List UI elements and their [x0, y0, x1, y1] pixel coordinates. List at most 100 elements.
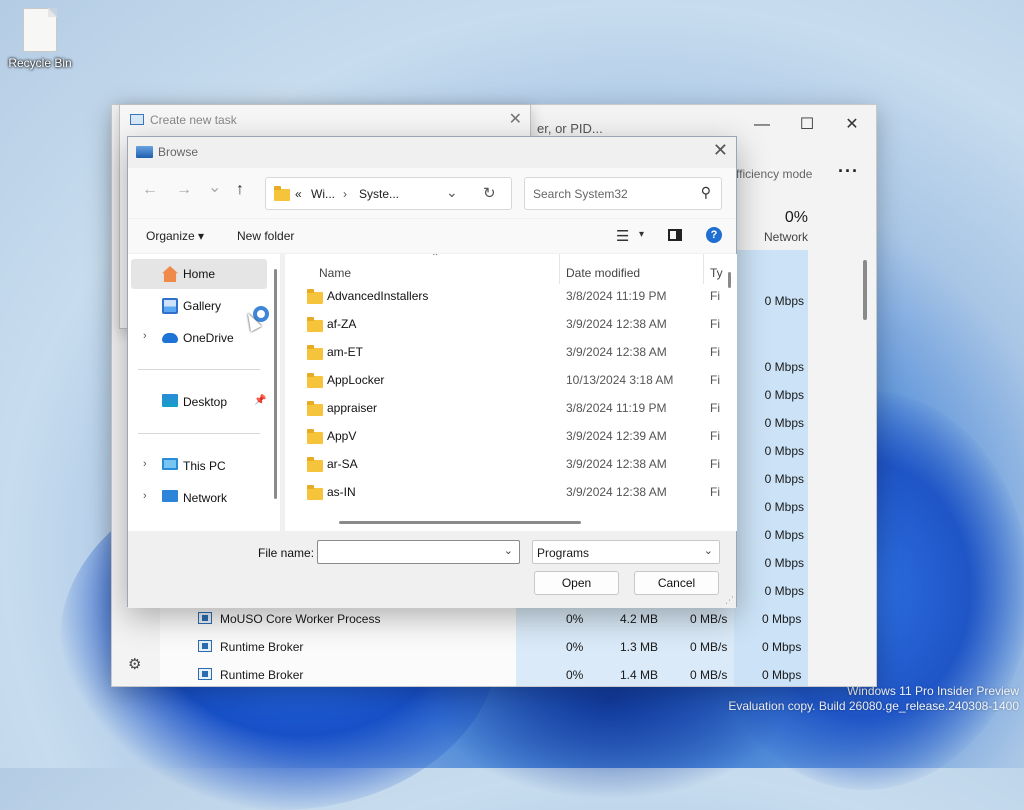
column-separator[interactable]: [703, 254, 704, 284]
sidebar-item-home[interactable]: Home: [131, 259, 267, 289]
file-list: ⌃ Name Date modified Ty AdvancedInstalle…: [285, 254, 737, 531]
forward-arrow-icon[interactable]: →: [176, 181, 192, 199]
organize-menu[interactable]: Organize ▾: [146, 229, 204, 243]
process-list-scrollbar[interactable]: [863, 260, 867, 320]
file-date: 3/8/2024 11:19 PM: [566, 401, 667, 415]
file-row[interactable]: AdvancedInstallers 3/8/2024 11:19 PM Fi: [285, 282, 730, 310]
new-folder-button[interactable]: New folder: [237, 229, 294, 243]
navigation-bar: ← → ⌄ ↑ « Wi... › Syste... ⌄ ↻ Search Sy…: [128, 168, 736, 218]
recent-locations-chevron-icon[interactable]: ⌄: [208, 177, 221, 197]
browse-close-button[interactable]: ✕: [713, 140, 728, 161]
sidebar-item-network[interactable]: › Network: [131, 483, 267, 513]
sidebar-divider: [138, 369, 260, 370]
file-type: Fi: [710, 401, 720, 415]
folder-icon: [307, 345, 323, 360]
search-placeholder: Search System32: [533, 187, 628, 201]
process-network: 0 Mbps: [762, 640, 802, 654]
file-row[interactable]: am-ET 3/9/2024 12:38 AM Fi: [285, 338, 730, 366]
maximize-button[interactable]: ☐: [785, 111, 829, 139]
more-options-button[interactable]: ···: [838, 161, 859, 182]
browse-dialog: Browse ✕ ← → ⌄ ↑ « Wi... › Syste... ⌄ ↻ …: [127, 136, 737, 608]
preview-pane-icon[interactable]: [668, 229, 682, 241]
address-dropdown-icon[interactable]: ⌄: [446, 184, 458, 201]
process-row[interactable]: MoUSO Core Worker Process 0% 4.2 MB 0 MB…: [196, 605, 808, 633]
home-icon: [162, 266, 178, 282]
up-arrow-icon[interactable]: ↑: [236, 181, 244, 199]
back-arrow-icon[interactable]: ←: [142, 181, 158, 199]
network-value: 0 Mbps: [764, 584, 804, 598]
sidebar-item-label: OneDrive: [183, 331, 234, 345]
file-type: Fi: [710, 289, 720, 303]
recycle-bin-desktop-icon[interactable]: Recycle Bin: [6, 8, 74, 70]
folder-icon: [307, 457, 323, 472]
search-box[interactable]: Search System32 ⚲: [524, 177, 722, 210]
process-cpu: 0%: [566, 640, 584, 654]
sidebar-item-desktop[interactable]: Desktop 📌: [131, 387, 267, 417]
efficiency-mode-button[interactable]: fficiency mode: [736, 167, 812, 181]
process-name: Runtime Broker: [220, 640, 304, 654]
folder-icon: [307, 429, 323, 444]
folder-icon: [274, 186, 290, 201]
create-task-close-button[interactable]: ✕: [509, 109, 522, 129]
resize-grip-icon[interactable]: ⋰: [725, 595, 734, 606]
file-name-label: File name:: [258, 546, 315, 560]
process-cpu: 0%: [566, 668, 584, 682]
file-row[interactable]: appraiser 3/8/2024 11:19 PM Fi: [285, 394, 730, 422]
process-disk: 0 MB/s: [690, 612, 728, 626]
close-button[interactable]: ✕: [830, 111, 874, 139]
file-name-dropdown-icon[interactable]: ⌄: [504, 544, 513, 557]
breadcrumb-overflow[interactable]: «: [295, 187, 302, 201]
process-name: MoUSO Core Worker Process: [220, 612, 381, 626]
process-row[interactable]: Runtime Broker 0% 1.3 MB 0 MB/s 0 Mbps: [196, 633, 808, 661]
file-type-select[interactable]: Programs ⌄: [532, 540, 720, 564]
process-icon: [198, 612, 212, 624]
expand-chevron-icon[interactable]: ›: [143, 490, 147, 502]
refresh-icon[interactable]: ↻: [483, 184, 496, 202]
view-dropdown-icon[interactable]: ▾: [639, 229, 644, 240]
cancel-button[interactable]: Cancel: [634, 571, 719, 595]
process-network: 0 Mbps: [762, 668, 802, 682]
file-date: 3/9/2024 12:39 AM: [566, 429, 667, 443]
file-type-value: Programs: [537, 546, 590, 560]
file-row[interactable]: af-ZA 3/9/2024 12:38 AM Fi: [285, 310, 730, 338]
address-bar[interactable]: « Wi... › Syste... ⌄ ↻: [265, 177, 512, 210]
settings-gear-icon[interactable]: ⚙: [128, 655, 141, 673]
browse-window-icon: [136, 146, 153, 158]
open-button[interactable]: Open: [534, 571, 619, 595]
sidebar-item-label: Desktop: [183, 395, 228, 409]
network-value: 0 Mbps: [764, 294, 804, 308]
file-row[interactable]: AppV 3/9/2024 12:39 AM Fi: [285, 422, 730, 450]
expand-chevron-icon[interactable]: ›: [143, 330, 147, 342]
sidebar-item-this-pc[interactable]: › This PC: [131, 451, 267, 481]
help-icon[interactable]: ?: [706, 227, 722, 243]
sidebar-item-label: Gallery: [183, 299, 222, 313]
process-disk: 0 MB/s: [690, 640, 728, 654]
process-memory: 4.2 MB: [620, 612, 659, 626]
recycle-bin-label: Recycle Bin: [8, 56, 72, 70]
breadcrumb-windows[interactable]: Wi...: [311, 187, 335, 201]
minimize-button[interactable]: —: [740, 111, 784, 139]
process-icon: [198, 668, 212, 680]
watermark-line-2: Evaluation copy. Build 26080.ge_release.…: [728, 699, 1019, 713]
file-name: AdvancedInstallers: [327, 289, 429, 303]
sidebar-divider: [138, 433, 260, 434]
network-value: 0 Mbps: [764, 472, 804, 486]
file-row[interactable]: as-IN 3/9/2024 12:38 AM Fi: [285, 478, 730, 506]
expand-chevron-icon[interactable]: ›: [143, 458, 147, 470]
file-row[interactable]: AppLocker 10/13/2024 3:18 AM Fi: [285, 366, 730, 394]
column-separator[interactable]: [559, 254, 560, 284]
file-name: as-IN: [327, 485, 356, 499]
network-column-header[interactable]: 0% Network: [734, 199, 816, 249]
computer-icon: [162, 458, 178, 470]
process-memory: 1.3 MB: [620, 640, 659, 654]
navigation-pane-scrollbar[interactable]: [274, 269, 277, 499]
file-name-input[interactable]: ⌄: [317, 540, 520, 564]
sidebar-item-onedrive[interactable]: › OneDrive: [131, 323, 267, 353]
file-row[interactable]: ar-SA 3/9/2024 12:38 AM Fi: [285, 450, 730, 478]
breadcrumb-system32[interactable]: Syste...: [359, 187, 399, 201]
breadcrumb-separator-icon: ›: [343, 187, 347, 201]
search-icon: ⚲: [700, 184, 711, 200]
process-row[interactable]: Runtime Broker 0% 1.4 MB 0 MB/s 0 Mbps: [196, 661, 808, 686]
file-list-horizontal-scrollbar[interactable]: [339, 521, 581, 524]
view-list-icon[interactable]: ☰: [616, 227, 629, 245]
